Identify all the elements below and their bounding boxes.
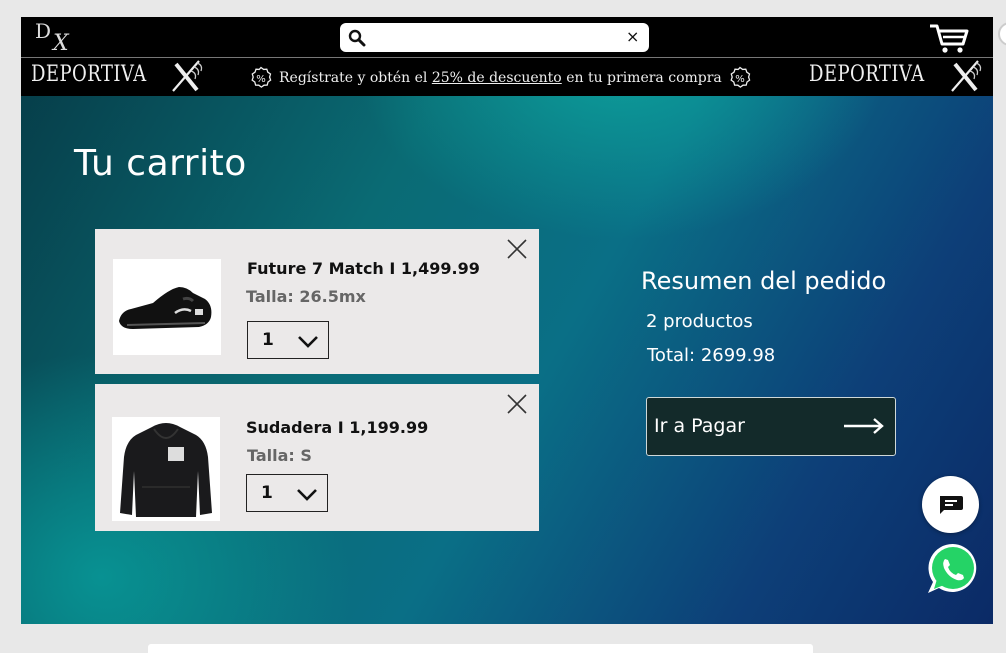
discount-link[interactable]: 25% de descuento: [432, 70, 562, 86]
logo-monogram[interactable]: D X: [35, 19, 83, 57]
arrow-right-icon: [844, 418, 884, 434]
search-bar: ×: [340, 23, 649, 52]
product-size: Talla: S: [247, 446, 312, 465]
brand-x-laurel-icon: [172, 60, 203, 92]
order-summary-title: Resumen del pedido: [641, 267, 887, 295]
product-size: Talla: 26.5mx: [246, 287, 366, 306]
svg-text:%: %: [735, 74, 745, 85]
chevron-down-icon: [297, 489, 317, 501]
remove-item-icon[interactable]: [505, 237, 529, 261]
black-hoodie-image: [120, 423, 212, 517]
quantity-value: 1: [261, 483, 273, 503]
brand-x-laurel-icon: [951, 60, 982, 92]
shopping-cart-icon[interactable]: [927, 22, 971, 54]
brand-logo-right[interactable]: DEPORTIVA: [809, 62, 925, 87]
logo-letter-d: D: [35, 19, 52, 43]
remove-item-icon[interactable]: [505, 392, 529, 416]
product-name[interactable]: Sudadera I 1,199.99: [246, 418, 428, 437]
top-bar: D X ×: [21, 17, 993, 58]
discount-badge-icon: %: [730, 66, 751, 88]
clear-search-icon[interactable]: ×: [626, 27, 639, 46]
quantity-value: 1: [262, 330, 274, 350]
product-image[interactable]: [113, 259, 221, 355]
search-icon[interactable]: [348, 29, 366, 47]
page-title: Tu carrito: [74, 143, 247, 184]
bottom-bar: [148, 644, 813, 653]
quantity-select[interactable]: 1: [246, 474, 328, 512]
checkout-button-label: Ir a Pagar: [654, 415, 745, 437]
whatsapp-icon: [928, 543, 977, 593]
order-total: Total: 2699.98: [647, 345, 776, 366]
cart-item: Future 7 Match I 1,499.99 Talla: 26.5mx …: [95, 229, 539, 374]
edge-control[interactable]: [998, 22, 1006, 46]
product-name[interactable]: Future 7 Match I 1,499.99: [247, 259, 480, 278]
svg-text:%: %: [256, 74, 266, 85]
promo-text-end: en tu primera compra: [561, 70, 722, 86]
brand-logo-left[interactable]: DEPORTIVA: [31, 62, 147, 87]
black-soccer-shoe-image: [119, 287, 212, 329]
quantity-select[interactable]: 1: [247, 321, 329, 359]
promo-message: % Regístrate y obtén el 25% de descuento…: [243, 66, 771, 90]
chat-bubble-icon: [940, 496, 963, 514]
app-screen: D X × DEPORTIVA % Regístrate y obtén el …: [21, 17, 993, 624]
whatsapp-button[interactable]: [925, 541, 981, 597]
promo-banner: DEPORTIVA % Regístrate y obtén el 25% de…: [21, 58, 993, 96]
discount-badge-icon: %: [251, 66, 272, 88]
promo-text-start: Regístrate y obtén el: [279, 70, 432, 86]
search-input[interactable]: [374, 27, 614, 48]
logo-letter-x: X: [53, 31, 69, 56]
chevron-down-icon: [298, 336, 318, 348]
checkout-button[interactable]: Ir a Pagar: [646, 397, 896, 456]
chat-button[interactable]: [922, 476, 979, 533]
product-count: 2 productos: [646, 311, 753, 332]
cart-item: Sudadera I 1,199.99 Talla: S 1: [95, 384, 539, 531]
product-image[interactable]: [112, 417, 220, 521]
